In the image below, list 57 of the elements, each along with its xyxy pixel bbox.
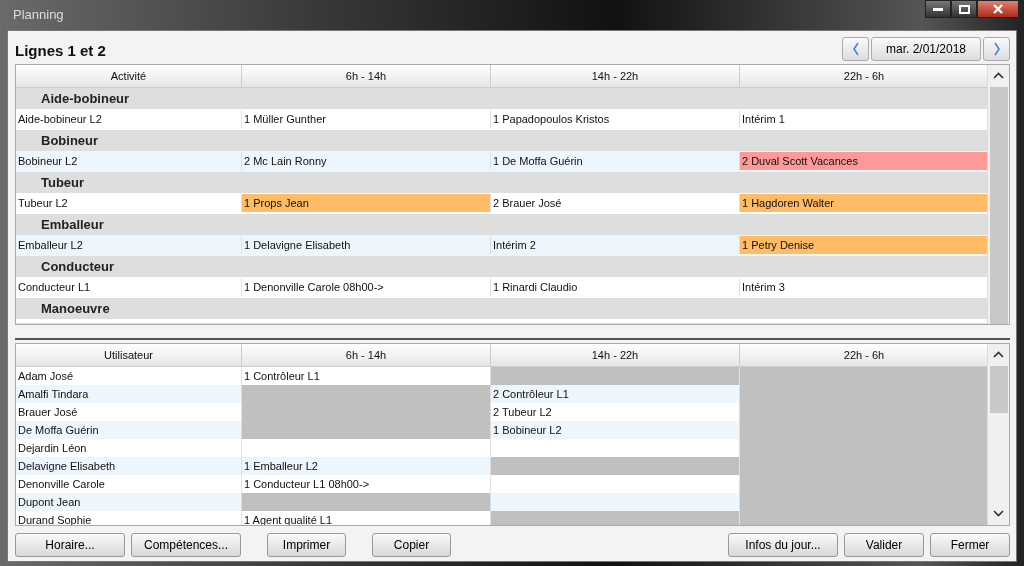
table-cell: Conducteur L1 [16,278,242,296]
next-day-button[interactable] [983,37,1010,61]
date-button[interactable]: mar. 2/01/2018 [871,37,981,61]
close-icon [993,4,1003,14]
table-cell[interactable] [491,457,740,475]
scrollbar[interactable] [987,65,1009,324]
close-button[interactable] [977,0,1019,18]
column-header[interactable]: 22h - 6h [740,65,987,87]
table-cell[interactable]: 2 Duval Scott Vacances [740,152,987,170]
table-cell[interactable] [740,367,987,385]
column-header[interactable]: 6h - 14h [242,65,491,87]
column-header[interactable]: 14h - 22h [491,65,740,87]
action-button[interactable]: Infos du jour... [728,533,838,557]
scroll-up-icon [993,351,1004,358]
minimize-icon [933,7,943,11]
table-cell[interactable]: 1 Props Jean [242,194,491,212]
table-cell[interactable] [242,421,491,439]
table-cell[interactable] [491,511,740,525]
table-cell: Aide-bobineur L2 [16,110,242,128]
column-header[interactable]: Utilisateur [16,344,242,366]
scroll-down-icon [993,510,1004,517]
scrollbar-thumb[interactable] [989,366,1008,413]
action-button[interactable]: Fermer [930,533,1010,557]
maximize-button[interactable] [951,0,977,18]
minimize-button[interactable] [925,0,951,18]
action-button[interactable]: Horaire... [15,533,125,557]
page-heading: Lignes 1 et 2 [15,42,106,59]
table-cell[interactable]: 1 Rinardi Claudio [491,278,740,296]
column-header[interactable]: 6h - 14h [242,344,491,366]
table-cell[interactable]: 2 Mc Lain Ronny [242,152,491,170]
scroll-up-icon [993,72,1004,79]
table-cell: Bobineur L2 [16,152,242,170]
table-cell[interactable] [242,493,491,511]
chevron-right-icon [991,41,1002,57]
scrollbar[interactable] [987,344,1009,525]
column-header[interactable]: 22h - 6h [740,344,987,366]
action-button[interactable]: Compétences... [131,533,241,557]
window-title: Planning [13,7,64,22]
maximize-icon [958,4,970,14]
table-cell[interactable]: 1 Müller Gunther [242,110,491,128]
table-cell[interactable]: 1 Papadopoulos Kristos [491,110,740,128]
action-button[interactable]: Imprimer [267,533,346,557]
column-header[interactable]: Activité [16,65,242,87]
table-cell[interactable]: 1 Hagdoren Walter [740,194,987,212]
table-cell[interactable]: 1 Denonville Carole 08h00-> [242,278,491,296]
table-cell: Emballeur L2 [16,236,242,254]
table-cell[interactable] [242,385,491,403]
table-cell[interactable] [491,367,740,385]
action-button[interactable]: Valider [844,533,924,557]
scrollbar-thumb[interactable] [989,87,1008,324]
chevron-left-icon [850,41,861,57]
column-header[interactable]: 14h - 22h [491,344,740,366]
table-cell[interactable]: 1 Delavigne Elisabeth [242,236,491,254]
action-button[interactable]: Copier [372,533,451,557]
table-cell[interactable] [740,511,987,525]
table-cell[interactable]: 1 Petry Denise [740,236,987,254]
previous-day-button[interactable] [842,37,869,61]
